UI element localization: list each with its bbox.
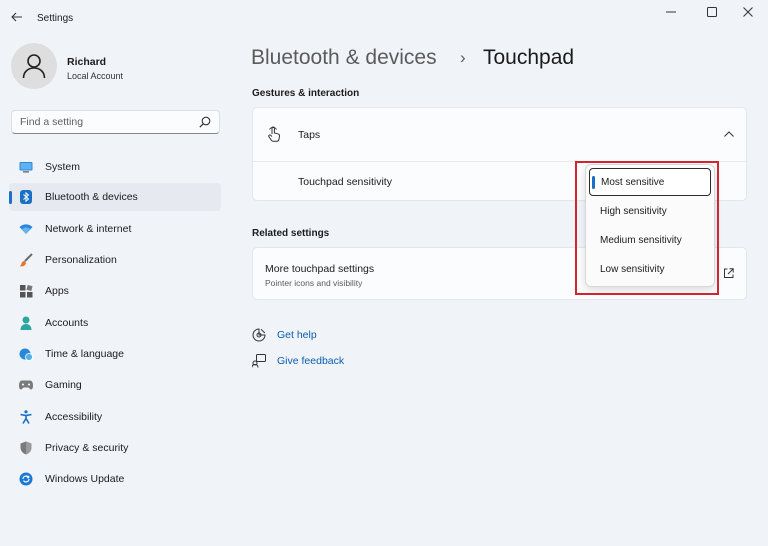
avatar[interactable]	[11, 43, 57, 89]
sidebar-item-gaming[interactable]: Gaming	[9, 371, 221, 399]
section-title-gestures: Gestures & interaction	[252, 88, 360, 99]
external-link-icon	[724, 268, 734, 278]
sidebar-item-bluetooth[interactable]: Bluetooth & devices	[9, 183, 221, 211]
sidebar-item-windows-update[interactable]: Windows Update	[9, 465, 221, 493]
sidebar-item-label: Windows Update	[45, 473, 125, 485]
window-title: Settings	[37, 13, 74, 24]
breadcrumb-separator: ›	[460, 48, 466, 67]
monitor-icon	[19, 160, 33, 174]
more-touchpad-settings-subtitle: Pointer icons and visibility	[265, 278, 363, 288]
taps-header[interactable]: Taps	[253, 108, 746, 161]
sidebar-item-time-language[interactable]: Time & language	[9, 340, 221, 368]
search-input[interactable]	[20, 115, 190, 129]
more-touchpad-settings-title: More touchpad settings	[265, 263, 375, 275]
taps-label: Taps	[298, 129, 321, 141]
sidebar-item-label: Network & internet	[45, 223, 132, 235]
user-name: Richard	[67, 56, 107, 68]
user-icon	[22, 54, 46, 79]
sidebar-item-system[interactable]: System	[9, 153, 221, 181]
search-box[interactable]	[11, 110, 220, 134]
sidebar-item-label: Time & language	[45, 348, 124, 360]
close-button[interactable]	[732, 0, 764, 24]
minimize-icon	[666, 11, 676, 13]
update-icon	[19, 472, 33, 486]
sidebar-item-network[interactable]: Network & internet	[9, 215, 221, 243]
maximize-button[interactable]	[696, 0, 728, 24]
close-icon	[743, 7, 753, 17]
tap-hand-icon	[268, 126, 281, 142]
sidebar-item-privacy-security[interactable]: Privacy & security	[9, 434, 221, 462]
sidebar-item-label: Privacy & security	[45, 442, 129, 454]
brush-icon	[19, 253, 33, 267]
back-button[interactable]	[6, 6, 28, 28]
help-icon	[252, 328, 266, 342]
maximize-icon	[707, 7, 717, 17]
touchpad-sensitivity-label: Touchpad sensitivity	[298, 176, 392, 188]
sidebar-item-accessibility[interactable]: Accessibility	[9, 403, 221, 431]
person-icon	[19, 316, 33, 330]
highlight-annotation-box	[575, 161, 719, 295]
search-icon[interactable]	[199, 116, 211, 128]
sidebar-item-label: Bluetooth & devices	[45, 191, 138, 203]
get-help-link[interactable]: Get help	[277, 329, 317, 341]
shield-icon	[19, 441, 33, 455]
sidebar-item-apps[interactable]: Apps	[9, 277, 221, 305]
minimize-button[interactable]	[655, 0, 687, 24]
apps-icon	[19, 284, 33, 298]
sidebar-item-label: System	[45, 161, 81, 173]
globe-clock-icon	[19, 347, 33, 361]
active-indicator	[9, 191, 12, 204]
page-title: Touchpad	[483, 46, 575, 69]
section-title-related: Related settings	[252, 228, 330, 239]
give-feedback-link[interactable]: Give feedback	[277, 355, 344, 367]
sidebar-item-label: Gaming	[45, 379, 82, 391]
chevron-up-icon[interactable]	[724, 131, 734, 137]
sidebar-item-personalization[interactable]: Personalization	[9, 246, 221, 274]
sidebar-item-label: Personalization	[45, 254, 117, 266]
gamepad-icon	[19, 378, 33, 392]
title-bar: Settings	[0, 0, 768, 34]
sidebar-item-accounts[interactable]: Accounts	[9, 309, 221, 337]
wifi-icon	[19, 222, 33, 236]
sidebar-item-label: Accessibility	[45, 411, 103, 423]
breadcrumb-parent[interactable]: Bluetooth & devices	[251, 46, 437, 70]
feedback-icon	[252, 354, 266, 368]
accessibility-icon	[19, 410, 33, 424]
account-type: Local Account	[67, 71, 124, 81]
sidebar-item-label: Apps	[45, 285, 69, 297]
sidebar-item-label: Accounts	[45, 317, 89, 329]
back-arrow-icon	[11, 12, 22, 22]
bluetooth-icon	[19, 190, 33, 204]
